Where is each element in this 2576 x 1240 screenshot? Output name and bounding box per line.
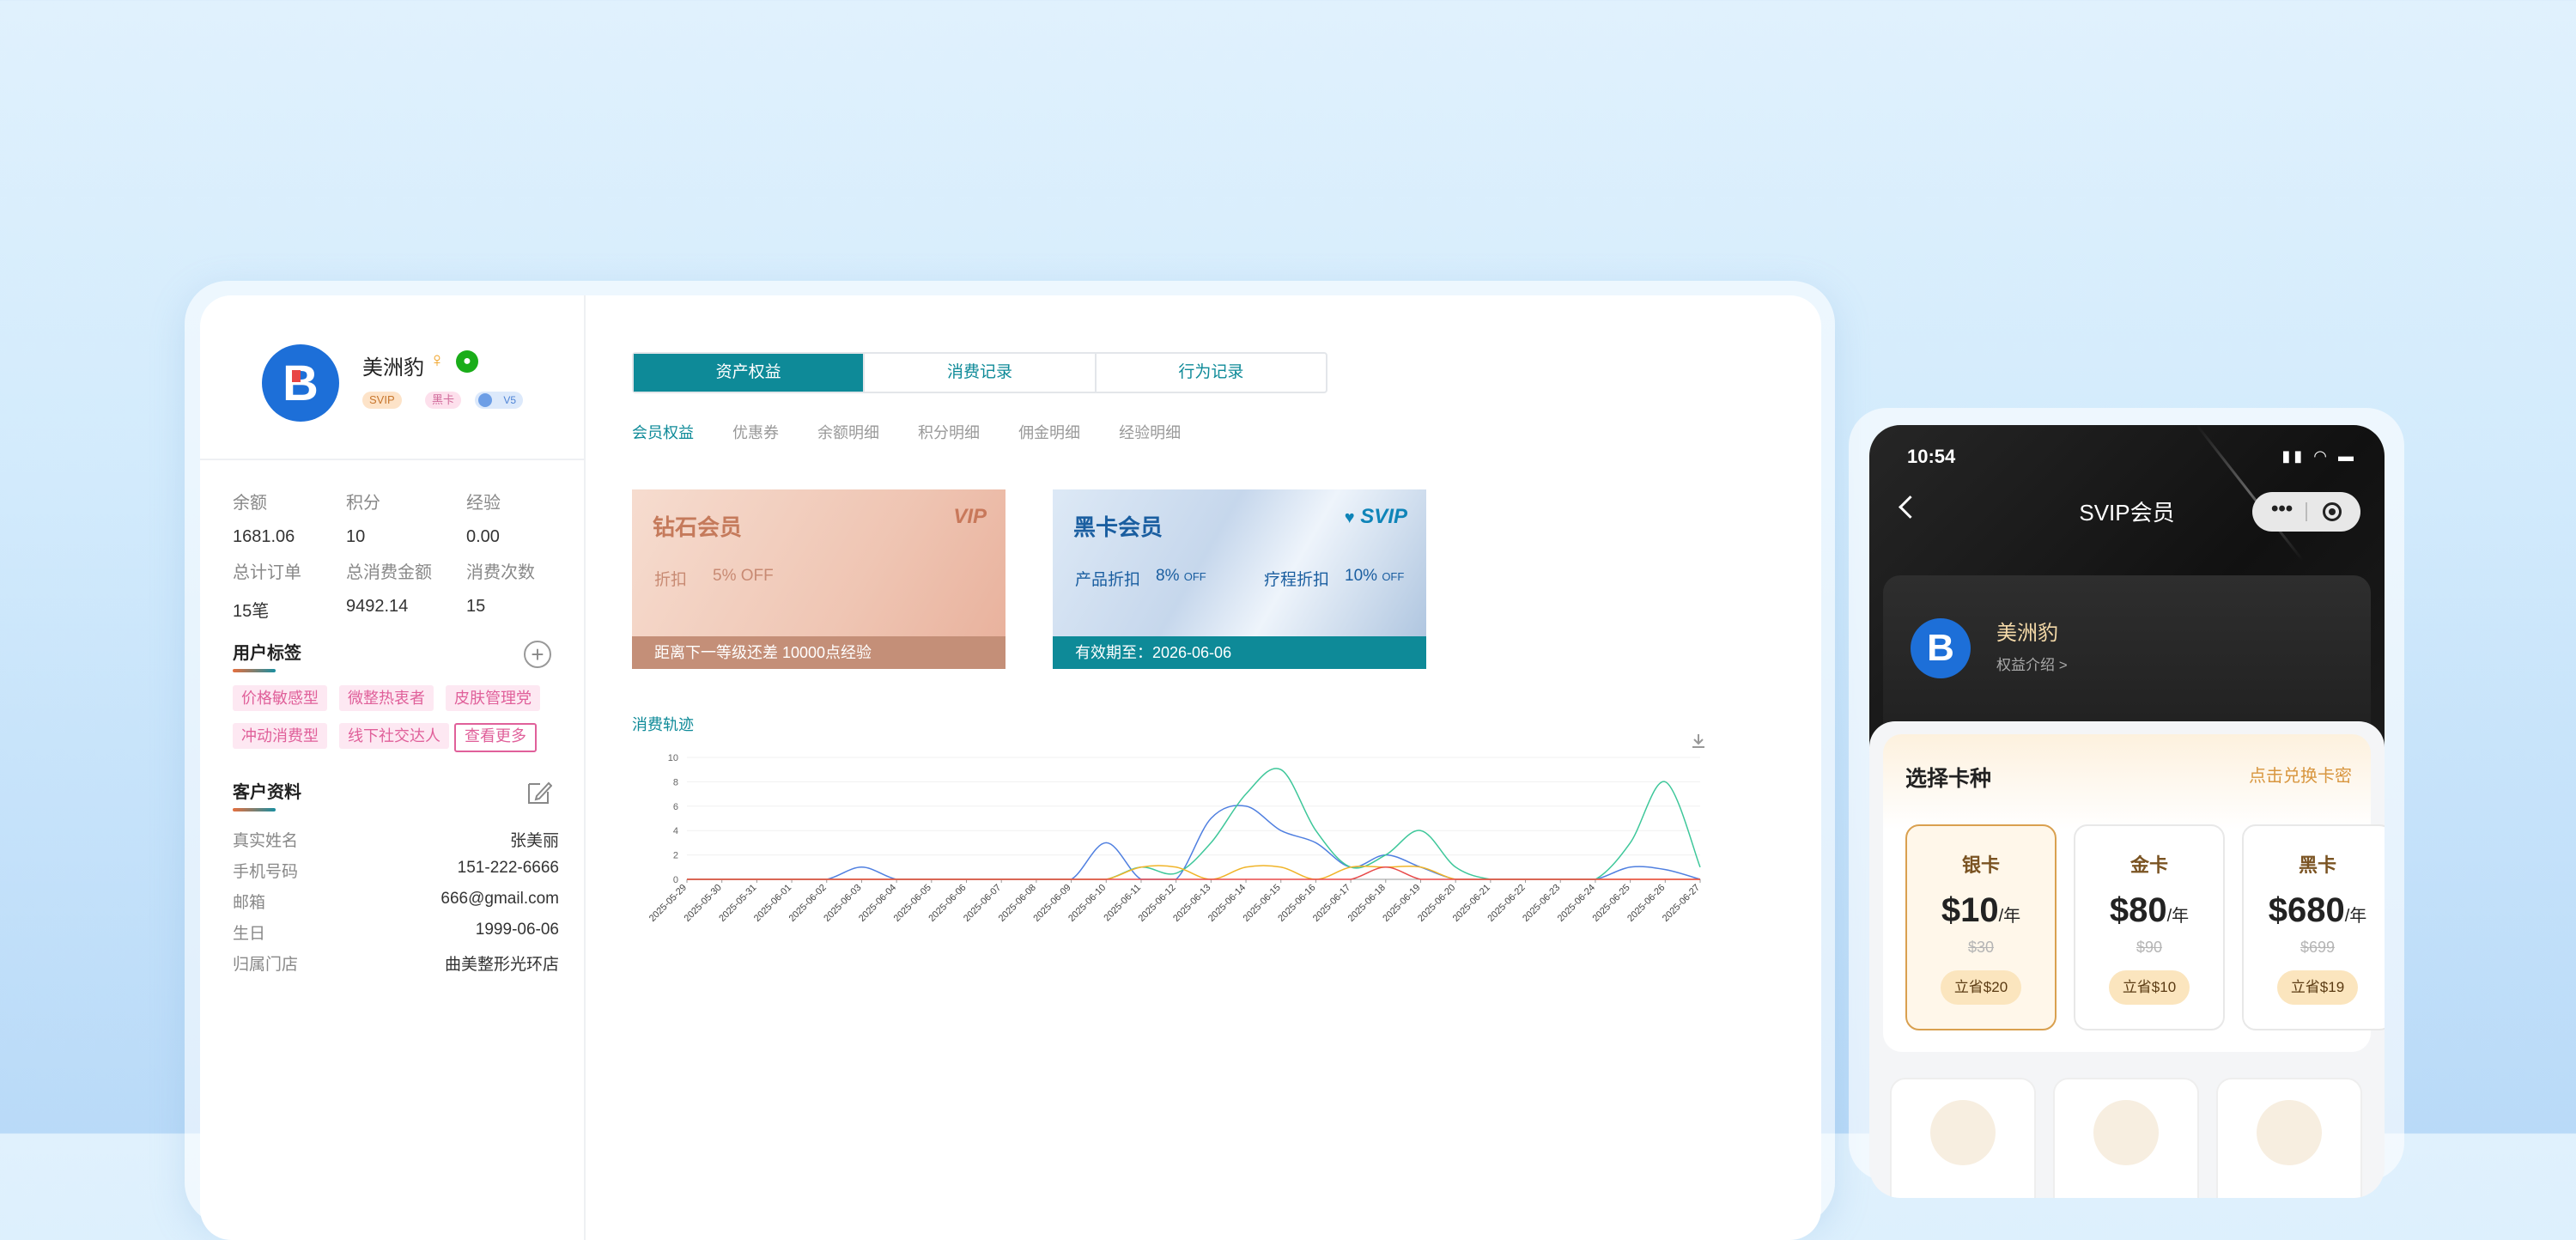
subtab-balance[interactable]: 余额明细 <box>817 424 879 441</box>
add-tag-button[interactable]: + <box>524 641 551 668</box>
benefit-icon <box>1930 1100 1996 1165</box>
series-line-2 <box>686 865 1700 880</box>
product-discount-value: 8% OFF <box>1156 567 1206 585</box>
series-line-0 <box>686 805 1701 880</box>
tab-behavior[interactable]: 行为记录 <box>1097 354 1326 392</box>
y-tick-label: 4 <box>673 826 678 836</box>
product-discount-label: 产品折扣 <box>1075 571 1141 589</box>
consumption-trend-chart: 02468102025-05-292025-05-302025-05-31202… <box>647 753 1702 922</box>
phone-screen: 10:54 ▮▮ ◠ ▬ SVIP会员 ••• B 美洲豹 权益介绍 > 选择卡… <box>1869 425 2385 1198</box>
user-name: 美洲豹 <box>362 356 424 380</box>
profile-row-name: 真实姓名 张美丽 <box>233 832 559 850</box>
user-avatar: B <box>262 344 339 422</box>
benefit-tile[interactable] <box>2053 1078 2199 1198</box>
plan-black[interactable]: 黑卡 $680/年 $699 立省$19 <box>2242 824 2385 1030</box>
select-card-title: 选择卡种 <box>1905 767 1992 791</box>
black-card-member-card[interactable]: 黑卡会员 ♥ SVIP 产品折扣 8% OFF 疗程折扣 10% OFF 有效期… <box>1053 489 1426 669</box>
tab-consumption[interactable]: 消费记录 <box>865 354 1097 392</box>
tab-assets[interactable]: 资产权益 <box>634 354 866 392</box>
chart-title: 消费轨迹 <box>632 716 694 733</box>
status-icons: ▮▮ ◠ ▬ <box>2281 447 2357 465</box>
phone-user-avatar: B <box>1911 618 1971 678</box>
view-more-tags-button[interactable]: 查看更多 <box>454 723 537 752</box>
y-tick-label: 6 <box>673 802 678 812</box>
plan-silver[interactable]: 银卡 $10/年 $30 立省$20 <box>1905 824 2057 1030</box>
tag-item: 线下社交达人 <box>339 723 449 749</box>
download-icon[interactable] <box>1692 733 1705 749</box>
svip-logo: ♥ SVIP <box>1344 505 1407 528</box>
card-discount-label: 折扣 <box>654 571 688 589</box>
phone-user-name: 美洲豹 <box>1996 622 2058 645</box>
benefit-tile[interactable] <box>2216 1078 2362 1198</box>
black-card-badge: 黑卡 <box>425 392 462 409</box>
benefit-icon <box>2257 1100 2322 1165</box>
female-icon: ♀ <box>429 349 445 372</box>
x-tick-label: 2025-06-27 <box>1661 883 1702 922</box>
card-title: 黑卡会员 <box>1073 514 1163 540</box>
card-discount-value: 5% OFF <box>713 567 774 585</box>
tag-item: 微整热衷者 <box>339 685 434 711</box>
level-icon <box>478 393 492 407</box>
treatment-discount-label: 疗程折扣 <box>1264 571 1330 589</box>
stat-balance: 余额 1681.06 <box>233 494 295 546</box>
treatment-discount-value: 10% OFF <box>1345 567 1405 585</box>
tag-item: 冲动消费型 <box>233 723 327 749</box>
subtab-bar: 会员权益 优惠券 余额明细 积分明细 佣金明细 经验明细 <box>632 421 1215 443</box>
customer-sidebar: B 美洲豹 ♀ ● SVIP 黑卡 V5 余额 1681.06 积分 10 经验 0.… <box>200 295 586 1240</box>
tag-item: 价格敏感型 <box>233 685 327 711</box>
svip-badge: SVIP <box>362 392 402 409</box>
divider <box>200 459 584 460</box>
mini-program-capsule[interactable]: ••• <box>2252 492 2360 532</box>
profile-row-birthday: 生日 1999-06-06 <box>233 921 559 943</box>
redeem-code-link[interactable]: 点击兑换卡密 <box>2249 762 2352 787</box>
subtab-commission[interactable]: 佣金明细 <box>1018 424 1080 441</box>
series-line-1 <box>686 768 1701 880</box>
subtab-member-benefits[interactable]: 会员权益 <box>632 424 694 441</box>
benefits-intro-link[interactable]: 权益介绍 > <box>1996 653 2068 674</box>
stat-total-spend: 总消费金额 9492.14 <box>346 563 432 616</box>
card-footer: 有效期至：2026-06-06 <box>1053 636 1426 669</box>
level-badge: V5 <box>475 392 523 409</box>
y-tick-label: 2 <box>673 851 678 861</box>
tag-item: 皮肤管理党 <box>446 685 540 711</box>
plan-gold[interactable]: 金卡 $80/年 $90 立省$10 <box>2074 824 2225 1030</box>
y-tick-label: 0 <box>673 875 678 885</box>
y-tick-label: 8 <box>673 777 678 787</box>
desktop-window: B 美洲豹 ♀ ● SVIP 黑卡 V5 余额 1681.06 积分 10 经验 0.… <box>200 295 1821 1240</box>
edit-icon[interactable] <box>526 780 552 805</box>
profile-row-phone: 手机号码 151-222-6666 <box>233 859 559 881</box>
series-line-3 <box>686 866 1700 880</box>
stat-points: 积分 10 <box>346 494 380 546</box>
profile-row-store: 归属门店 曲美整形光环店 <box>233 956 559 974</box>
close-miniapp-icon[interactable] <box>2323 502 2342 521</box>
stat-experience: 经验 0.00 <box>466 494 501 546</box>
benefit-tile[interactable] <box>1890 1078 2036 1198</box>
stat-total-orders: 总计订单 15笔 <box>233 563 301 621</box>
status-time: 10:54 <box>1907 446 1956 467</box>
vip-logo: VIP <box>953 505 987 528</box>
stat-visit-count: 消费次数 15 <box>466 563 535 616</box>
y-tick-label: 10 <box>668 753 678 763</box>
diamond-member-card[interactable]: 钻石会员 VIP 折扣 5% OFF 距离下一等级还差 10000点经验 <box>632 489 1005 669</box>
subtab-experience[interactable]: 经验明细 <box>1119 424 1181 441</box>
more-icon[interactable]: ••• <box>2271 497 2293 521</box>
tags-section-title: 用户标签 <box>233 639 301 672</box>
benefit-icon <box>2093 1100 2159 1165</box>
subtab-points[interactable]: 积分明细 <box>918 424 980 441</box>
card-title: 钻石会员 <box>653 514 743 540</box>
wechat-icon[interactable]: ● <box>456 350 478 373</box>
subtab-coupons[interactable]: 优惠券 <box>732 424 779 441</box>
main-panel: 资产权益 消费记录 行为记录 会员权益 优惠券 余额明细 积分明细 佣金明细 经… <box>584 295 1821 1240</box>
profile-section-title: 客户资料 <box>233 778 301 811</box>
tab-bar: 资产权益 消费记录 行为记录 <box>632 352 1327 393</box>
card-footer: 距离下一等级还差 10000点经验 <box>632 636 1005 669</box>
profile-row-email: 邮箱 666@gmail.com <box>233 890 559 912</box>
